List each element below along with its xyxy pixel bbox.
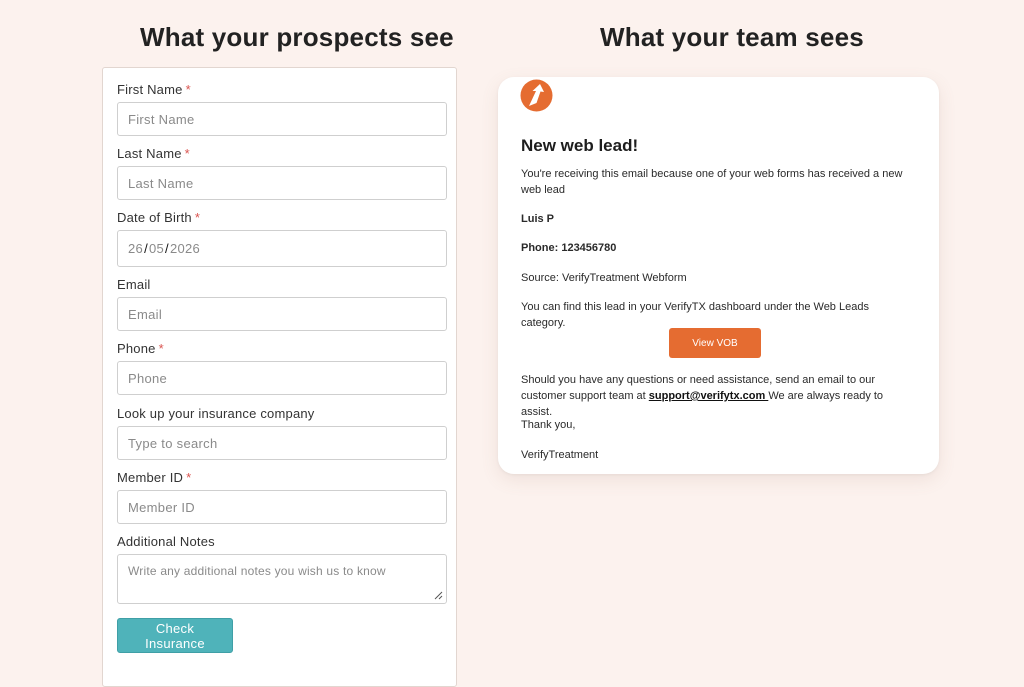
prospects-heading: What your prospects see <box>140 22 454 52</box>
notes-textarea[interactable]: Write any additional notes you wish us t… <box>117 554 447 604</box>
member-id-label-text: Member ID <box>117 470 184 485</box>
view-vob-button[interactable]: View VOB <box>669 328 761 358</box>
notes-label: Additional Notes <box>117 534 215 549</box>
dob-label: Date of Birth * <box>117 210 447 226</box>
required-marker: * <box>194 210 201 225</box>
email-title: New web lead! <box>521 136 639 155</box>
dob-day[interactable]: 26 <box>128 241 143 256</box>
team-heading: What your team sees <box>600 22 864 52</box>
email-label: Email <box>117 277 151 292</box>
dob-field: Date of Birth * 26/05/2026 <box>117 210 447 267</box>
insurance-field: Look up your insurance company <box>117 406 447 460</box>
email-input[interactable] <box>117 297 447 331</box>
last-name-label: Last Name * <box>117 146 447 162</box>
last-name-label-text: Last Name <box>117 146 182 161</box>
support-email-link[interactable]: support@verifytx.com <box>649 390 769 402</box>
member-id-label: Member ID * <box>117 470 447 486</box>
verifytx-logo-icon <box>520 79 553 112</box>
dob-input[interactable]: 26/05/2026 <box>117 230 447 267</box>
first-name-label: First Name * <box>117 82 447 98</box>
phone-field: Phone * <box>117 341 447 395</box>
check-insurance-button[interactable]: Check Insurance <box>117 618 233 653</box>
email-intro: You're receiving this email because one … <box>521 168 903 196</box>
last-name-field: Last Name * <box>117 146 447 200</box>
email-field: Email <box>117 277 447 331</box>
web-form: First Name* Last Name* Date of Birth* 26… <box>102 67 457 687</box>
insurance-search-input[interactable] <box>117 426 447 460</box>
email-thanks: Thank you, <box>521 419 576 431</box>
last-name-input[interactable] <box>117 166 447 200</box>
lead-phone: Phone: 123456780 <box>521 242 617 254</box>
dob-month[interactable]: 05 <box>149 241 164 256</box>
dashboard-note: You can find this lead in your VerifyTX … <box>521 301 869 329</box>
required-marker: * <box>186 470 192 485</box>
support-paragraph: Should you have any questions or need as… <box>521 372 916 420</box>
notes-placeholder: Write any additional notes you wish us t… <box>128 564 386 578</box>
resize-handle-icon[interactable] <box>433 590 443 600</box>
lead-source: Source: VerifyTreatment Webform <box>521 272 687 284</box>
required-marker: * <box>158 341 164 356</box>
lead-email-card: New web lead! You're receiving this emai… <box>498 77 939 474</box>
email-signature: VerifyTreatment <box>521 449 599 461</box>
member-id-field: Member ID * <box>117 470 447 524</box>
date-separator: / <box>165 241 169 256</box>
first-name-label-text: First Name <box>117 82 183 97</box>
first-name-input[interactable] <box>117 102 447 136</box>
lead-name: Luis P <box>521 213 555 225</box>
required-marker: * <box>184 146 190 161</box>
phone-label: Phone * <box>117 341 447 357</box>
notes-field: Additional Notes Write any additional no… <box>117 534 447 604</box>
dob-label-text: Date of Birth <box>117 210 192 225</box>
member-id-input[interactable] <box>117 490 447 524</box>
phone-label-text: Phone <box>117 341 156 356</box>
first-name-field: First Name * <box>117 82 447 136</box>
date-separator: / <box>144 241 148 256</box>
phone-input[interactable] <box>117 361 447 395</box>
insurance-label: Look up your insurance company <box>117 406 315 421</box>
dob-year[interactable]: 2026 <box>170 241 200 256</box>
required-marker: * <box>185 82 191 97</box>
